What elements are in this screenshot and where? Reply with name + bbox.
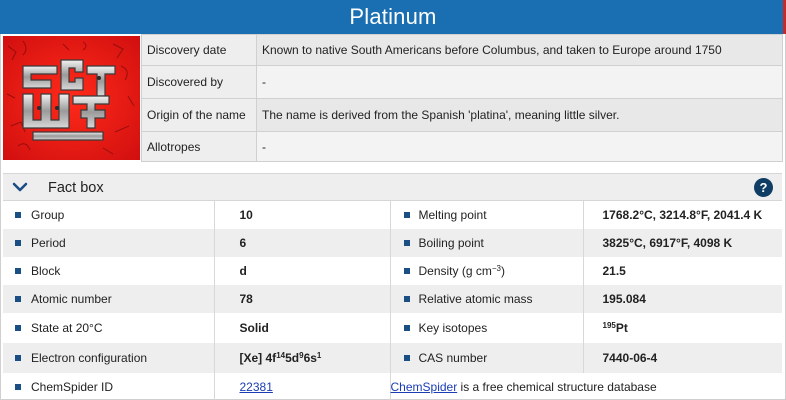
- bullet-icon: [15, 268, 21, 274]
- overview-label: Discovered by: [141, 65, 257, 99]
- fact-row: Period 6 Boiling point 3825°C, 6917°F, 4…: [3, 229, 782, 257]
- bullet-icon: [403, 268, 410, 274]
- fact-table: Group 10 Melting point 1768.2°C, 3214.8°…: [3, 201, 782, 400]
- fact-label-block: Block: [31, 264, 61, 278]
- fact-value-chemspider-id: 22381: [214, 373, 391, 400]
- overview-row-allotropes: Allotropes -: [141, 131, 783, 162]
- fact-value-block: d: [214, 257, 391, 285]
- overview-row-origin-of-name: Origin of the name The name is derived f…: [141, 98, 783, 132]
- chevron-down-icon[interactable]: [11, 178, 29, 196]
- factbox-header[interactable]: Fact box ?: [3, 173, 782, 201]
- bullet-icon: [403, 296, 410, 302]
- overview-value: -: [256, 131, 783, 162]
- overview-label: Discovery date: [141, 34, 257, 66]
- bullet-icon: [15, 296, 21, 302]
- fact-label-relative-atomic-mass: Relative atomic mass: [418, 292, 533, 306]
- bullet-icon: [15, 384, 21, 390]
- fact-value-group: 10: [214, 201, 391, 229]
- fact-label-period: Period: [31, 236, 66, 250]
- fact-value-boiling-point: 3825°C, 6917°F, 4098 K: [583, 229, 782, 257]
- help-icon[interactable]: ?: [754, 178, 773, 197]
- bullet-icon: [403, 212, 410, 218]
- fact-row: Group 10 Melting point 1768.2°C, 3214.8°…: [3, 201, 782, 229]
- bullet-icon: [15, 212, 21, 218]
- bullet-icon: [403, 240, 410, 246]
- overview-value: The name is derived from the Spanish 'pl…: [256, 98, 783, 132]
- overview-row-discovery-date: Discovery date Known to native South Ame…: [141, 34, 783, 66]
- chemspider-link[interactable]: ChemSpider: [391, 380, 458, 394]
- fact-row: Electron configuration [Xe] 4f145d96s1 C…: [3, 343, 782, 373]
- factbox-title: Fact box: [48, 180, 104, 196]
- bullet-icon: [15, 325, 21, 331]
- fact-row: Atomic number 78 Relative atomic mass 19…: [3, 285, 782, 313]
- fact-row: State at 20°C Solid Key isotopes 195Pt: [3, 313, 782, 343]
- fact-label-key-isotopes: Key isotopes: [418, 321, 488, 335]
- fact-label-cas-number: CAS number: [418, 351, 488, 365]
- fact-value-cas-number: 7440-06-4: [583, 343, 782, 373]
- fact-value-melting-point: 1768.2°C, 3214.8°F, 2041.4 K: [602, 208, 763, 222]
- fact-value-relative-atomic-mass: 195.084: [583, 285, 782, 313]
- fact-label-chemspider-id: ChemSpider ID: [31, 380, 114, 394]
- overview-table: Discovery date Known to native South Ame…: [141, 34, 783, 162]
- overview-value: -: [256, 65, 783, 99]
- fact-value-key-isotopes: 195Pt: [602, 321, 628, 335]
- element-image: [3, 36, 140, 160]
- bullet-icon: [15, 240, 21, 246]
- fact-label-density: Density (g cm−3): [418, 264, 505, 278]
- overview-row-discovered-by: Discovered by -: [141, 65, 783, 99]
- overview-value: Known to native South Americans before C…: [256, 34, 783, 66]
- overview-label: Allotropes: [141, 131, 257, 162]
- fact-value-electron-configuration: [Xe] 4f145d96s1: [214, 343, 391, 373]
- overview-label: Origin of the name: [141, 98, 257, 132]
- fact-label-electron-configuration: Electron configuration: [31, 351, 148, 365]
- fact-value-density: 21.5: [602, 264, 626, 278]
- fact-row: ChemSpider ID 22381 ChemSpider is a free…: [3, 373, 782, 400]
- fact-value-period: 6: [214, 229, 391, 257]
- fact-label-melting-point: Melting point: [418, 208, 487, 222]
- fact-label-boiling-point: Boiling point: [418, 236, 484, 250]
- page-title: Platinum: [0, 0, 786, 34]
- fact-label-state: State at 20°C: [31, 321, 103, 335]
- bullet-icon: [403, 355, 410, 361]
- fact-row: Block d Density (g cm−3) 21.5: [3, 257, 782, 285]
- fact-label-group: Group: [31, 208, 65, 222]
- fact-label-atomic-number: Atomic number: [31, 292, 112, 306]
- bullet-icon: [403, 325, 410, 331]
- fact-value-atomic-number: 78: [214, 285, 391, 313]
- bullet-icon: [15, 355, 21, 361]
- chemspider-note: ChemSpider is a free chemical structure …: [390, 380, 657, 394]
- chemspider-id-link[interactable]: 22381: [240, 380, 273, 394]
- fact-value-state: Solid: [214, 313, 391, 343]
